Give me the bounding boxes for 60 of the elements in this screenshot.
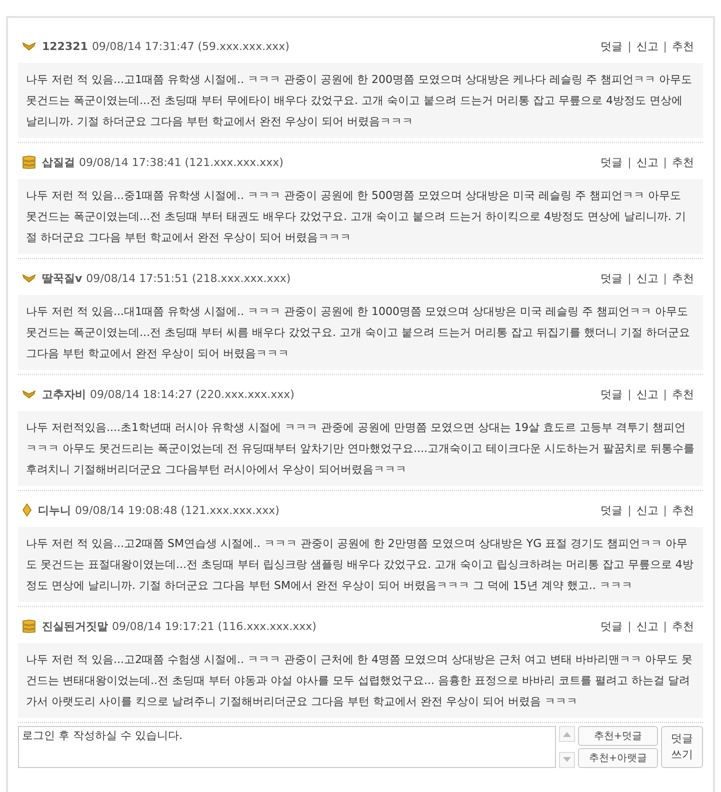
separator: | — [663, 504, 667, 516]
comment-action-link[interactable]: 덧글 — [596, 270, 628, 286]
comment-meta: 09/08/14 19:17:21 (116.xxx.xxx.xxx) — [112, 620, 316, 632]
separator: | — [663, 272, 667, 284]
comment-action-link[interactable]: 덧글 — [596, 618, 628, 634]
comment-action-link[interactable]: 덧글 — [596, 154, 628, 170]
comment-meta: 09/08/14 17:31:47 (59.xxx.xxx.xxx) — [92, 40, 290, 52]
scroll-up-icon[interactable] — [559, 726, 575, 742]
comment-action-link[interactable]: 덧글 — [596, 38, 628, 54]
comment-action-link[interactable]: 신고 — [631, 154, 664, 170]
author-name[interactable]: 고추자비 — [42, 386, 86, 402]
separator: | — [663, 620, 667, 632]
separator: | — [628, 388, 632, 400]
comment-meta: 09/08/14 19:08:48 (121.xxx.xxx.xxx) — [75, 504, 280, 516]
stack-icon — [22, 155, 36, 169]
comment-body: 나두 저런적있음....초1학년때 러시아 유학생 시절에 ㅋㅋㅋ 관중에 공원에 만명쯤 모였으면 상대는 19살 효도르 고등부 격투기 챔피언 ㅋㅋㅋ 아무도 못건드리는 폭군이었는데 전 유딩때부터 앞차기만 연마했었구요....고개숙이고 테이크다운 시도하는거 팔꿈치로 뒤통수를 후려치니 기절해버리더군요 그다음부턴 러시아에서 우상이 되어버렸음ㅋㅋㅋ — [18, 411, 703, 486]
comment-action-link[interactable]: 추천 — [667, 270, 699, 286]
separator: | — [628, 40, 632, 52]
comment-action-link[interactable]: 신고 — [631, 618, 664, 634]
wing-icon — [22, 273, 36, 283]
comment-action-link[interactable]: 추천 — [667, 618, 699, 634]
author-name[interactable]: 삽질걸 — [42, 154, 75, 170]
comment-action-link[interactable]: 신고 — [631, 38, 664, 54]
diamond-icon — [22, 503, 32, 517]
comment-meta: 09/08/14 17:38:41 (121.xxx.xxx.xxx) — [79, 156, 284, 168]
separator: | — [663, 40, 667, 52]
comment-action-link[interactable]: 신고 — [631, 270, 664, 286]
submit-button[interactable]: 덧글 쓰기 — [661, 726, 703, 768]
author-name[interactable]: 122321 — [42, 40, 88, 52]
comment-action-link[interactable]: 추천 — [667, 386, 699, 402]
comment-action-link[interactable]: 신고 — [631, 386, 664, 402]
separator: | — [663, 156, 667, 168]
stack-icon — [22, 619, 36, 633]
comment-body: 나두 저런 적 있음...고1때쯤 유학생 시절에.. ㅋㅋㅋ 관중이 공원에 한 200명쯤 모였으며 상대방은 케나다 레슬링 주 챔피언ㅋㅋ 아무도 못건드는 폭군이였는데...전 초딩때 부터 무에타이 배우다 갔었구요. 고개 숙이고 붙으려 드는거 머리통 잡고 무릎으로 4방정도 면상에 날리니까. 기절 하더군요 그다음 부턴 학교에서 완전 우상이 되어 버렸음ㅋㅋㅋ — [18, 63, 703, 138]
separator: | — [628, 504, 632, 516]
wing-icon — [22, 41, 36, 51]
recommend-button[interactable]: 추천+아랫글 — [578, 748, 658, 768]
comment-body: 나두 저런 적 있음...중1때쯤 유학생 시절에.. ㅋㅋㅋ 관중이 공원에 한 500명쯤 모였으며 상대방은 미국 레슬링 주 챔피언ㅋㅋ 아무도 못건드는 폭군이였는데...전 초딩때 부터 태권도 배우다 갔었구요. 고개 숙이고 붙으려 드는거 하이킥으로 4방정도 면상에 날리니까. 기절 하더군요 그다음 부턴 학교에서 완전 우상이 되어 버렸음ㅋㅋㅋ — [18, 179, 703, 254]
recommend-button[interactable]: 추천+덧글 — [578, 726, 658, 746]
comment-body: 나두 저런 적 있음...고2때쯤 SM연습생 시절에.. ㅋㅋㅋ 관중이 공원에 한 2만명쯤 모였으며 상대방은 YG 표절 경기도 챔피언ㅋㅋ 아무도 못건드는 표절대왕이였는데...전 초딩때 부터 립싱크랑 샘플링 배우다 갔었구요. 고개 숙이고 립싱크하려는 머리통 잡고 무릎으로 4방정도 면상에 날리니까. 기절 하더군요 그다음 부턴 SM에서 완전 우상이 되어 버렸음ㅋㅋㅋ 그 덕에 15년 계약 했고.. ㅋㅋㅋ — [18, 527, 703, 602]
comment-action-link[interactable]: 추천 — [667, 38, 699, 54]
author-name[interactable]: 딸꾹질v — [42, 270, 82, 286]
scroll-down-icon[interactable] — [559, 752, 575, 768]
comment-input[interactable]: 로그인 후 작성하실 수 있습니다. — [18, 726, 556, 768]
comment-meta: 09/08/14 17:51:51 (218.xxx.xxx.xxx) — [86, 272, 291, 284]
comment-action-link[interactable]: 덧글 — [596, 502, 628, 518]
separator: | — [628, 272, 632, 284]
separator: | — [628, 156, 632, 168]
comment-meta: 09/08/14 18:14:27 (220.xxx.xxx.xxx) — [90, 388, 294, 400]
author-name[interactable]: 진실된거짓말 — [42, 618, 108, 634]
comment-action-link[interactable]: 신고 — [631, 502, 664, 518]
comment-action-link[interactable]: 추천 — [667, 502, 699, 518]
wing-icon — [22, 389, 36, 399]
separator: | — [628, 620, 632, 632]
author-name[interactable]: 디누니 — [38, 502, 71, 518]
comment-action-link[interactable]: 덧글 — [596, 386, 628, 402]
comment-body: 나두 저런 적 있음...고2때쯤 수험생 시절에.. ㅋㅋㅋ 관중이 근처에 한 4명쯤 모였으며 상대방은 근처 여고 변태 바바리맨ㅋㅋ 아무도 못건드는 변태대왕이었는데..전 초딩때 부터 야동과 야설 야사를 모두 섭렵했었구요... 음흉한 표정으로 바바리 코트를 펼려고 하는걸 달려가서 아랫도리 사이를 킥으로 날려주니 기절해버리더군요 그다음 부턴 학교에서 완전 우상이 되어 버렸음 ㅋㅋㅋ — [18, 643, 703, 718]
comment-action-link[interactable]: 추천 — [667, 154, 699, 170]
separator: | — [663, 388, 667, 400]
comment-body: 나두 저런 적 있음...대1때쯤 유학생 시절에.. ㅋㅋㅋ 관중이 공원에 한 1000명쯤 모였으며 상대방은 미국 레슬링 주 챔피언ㅋㅋ 아무도 못건드는 폭군이였는데...전 초딩때 부터 씨름 배우다 갔었구요. 고개 숙이고 붙으려 드는거 머리통 잡고 뒤집기를 했더니 기절 하더군요 그다음 부턴 학교에서 완전 우상이 되어 버렸음ㅋㅋㅋ — [18, 295, 703, 370]
